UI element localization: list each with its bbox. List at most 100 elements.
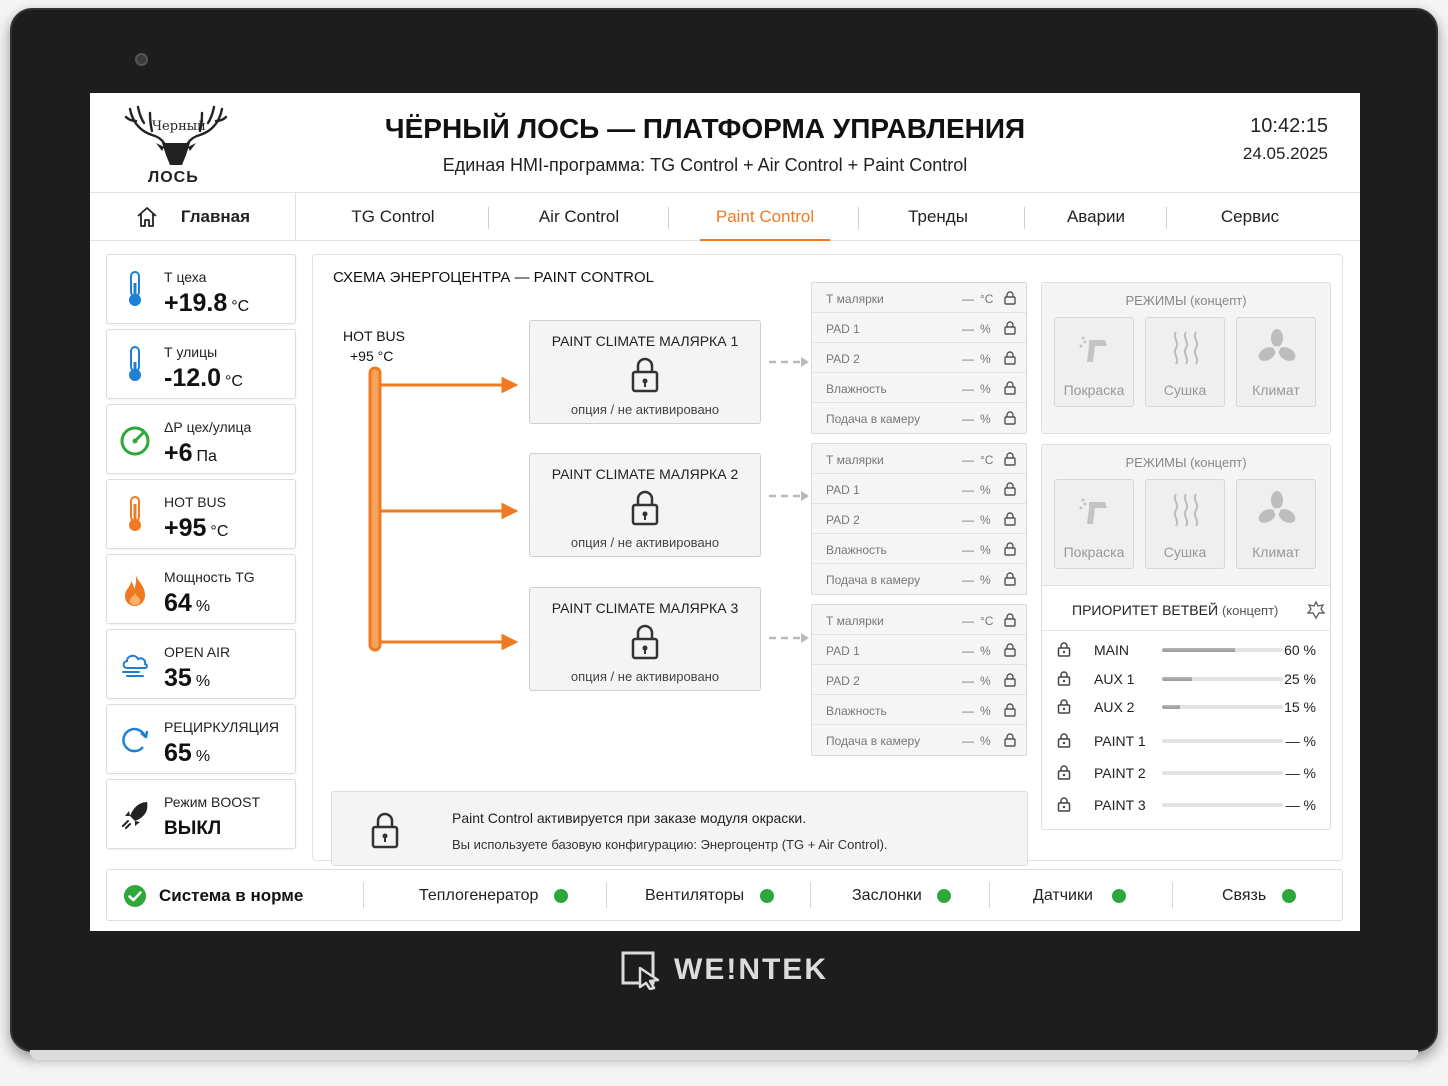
paint-params-2: Т малярки — °C PAD 1—% PAD 2—% Влажность —%…	[811, 443, 1027, 595]
spray-gun-icon	[1079, 498, 1107, 524]
tab-paint-control[interactable]: Paint Control	[700, 193, 830, 241]
priority-bar	[1162, 705, 1283, 709]
heat-waves-icon	[1173, 331, 1199, 365]
param-row: PAD 2—%	[812, 343, 1026, 373]
status-divider	[989, 882, 990, 908]
priority-bar	[1162, 739, 1283, 743]
mode-dry-button[interactable]: Сушка	[1145, 479, 1225, 569]
note-line-1: Paint Control активируется при заказе мо…	[452, 810, 807, 826]
param-row: PAD 1—%	[812, 635, 1026, 665]
priority-bar-fill	[1162, 648, 1235, 652]
home-icon	[137, 207, 157, 227]
status-bar: Система в норме Теплогенератор Вентилято…	[106, 869, 1343, 921]
main-tabs: Главная TG Control Air Control Paint Con…	[90, 193, 1360, 241]
mode-dry-button[interactable]: Сушка	[1145, 317, 1225, 407]
status-dampers: Заслонки	[852, 887, 922, 904]
paint-climate-box-1: PAINT CLIMATE МАЛЯРКА 1 опция / не актив…	[529, 320, 761, 424]
lock-icon	[1004, 613, 1016, 627]
activation-note: Paint Control активируется при заказе мо…	[331, 791, 1028, 866]
fan-icon	[1258, 329, 1296, 361]
hot-bus-temp: +95 °C	[350, 348, 394, 364]
param-row: PAD 1—%	[812, 474, 1026, 504]
param-row: Влажность —%	[812, 373, 1026, 403]
priority-divider	[1042, 630, 1330, 631]
branch-name: PAINT 2	[1094, 765, 1146, 781]
climate-title: PAINT CLIMATE МАЛЯРКА 3	[551, 600, 739, 616]
mode-climate-button[interactable]: Климат	[1236, 479, 1316, 569]
metric-value: +95 °C	[164, 514, 229, 542]
modes-title: РЕЖИМЫ (концепт)	[1125, 455, 1247, 470]
spray-gun-icon	[1079, 336, 1107, 362]
priority-settings-icon[interactable]	[1306, 600, 1326, 620]
tab-divider	[1024, 207, 1025, 229]
priority-row: PAINT 2 — %	[1042, 761, 1330, 785]
metric-card-pressure: ΔР цех/улица +6 Па	[106, 404, 296, 474]
param-row: PAD 1—%	[812, 313, 1026, 343]
fan-icon	[1258, 491, 1296, 523]
branch-name: MAIN	[1094, 642, 1129, 658]
tab-tg-control[interactable]: TG Control	[320, 193, 466, 241]
branch-value: — %	[1285, 733, 1316, 749]
branch-value: 15 %	[1284, 699, 1316, 715]
branch-value: 60 %	[1284, 642, 1316, 658]
param-row: Т малярки — °C	[812, 444, 1026, 474]
tab-air-control[interactable]: Air Control	[506, 193, 652, 241]
heat-waves-icon	[1173, 493, 1199, 527]
priority-bar	[1162, 677, 1283, 681]
modes-panel-1: РЕЖИМЫ (концепт) Покраска Сушка Климат	[1041, 282, 1331, 434]
branch-value: — %	[1285, 765, 1316, 781]
priority-row: AUX 2 15 %	[1042, 695, 1330, 719]
climate-status: опция / не активировано	[570, 535, 720, 550]
lock-icon	[631, 490, 659, 526]
metric-card-shop-temp: Т цеха +19.8 °C	[106, 254, 296, 324]
tab-home[interactable]: Главная	[90, 193, 296, 241]
metric-card-open-air: OPEN AIR 35%	[106, 629, 296, 699]
branch-priority-panel: ПРИОРИТЕТ ВЕТВЕЙ (концепт) MAIN 60 % AUX 1…	[1041, 585, 1331, 830]
priority-bar	[1162, 648, 1283, 652]
mode-paint-button[interactable]: Покраска	[1054, 317, 1134, 407]
lock-icon	[1004, 321, 1016, 335]
mode-label: Сушка	[1163, 382, 1207, 398]
metric-value: +6 Па	[164, 439, 217, 467]
metric-label: Т цеха	[164, 269, 207, 285]
metric-label: Т улицы	[164, 344, 218, 360]
lock-icon	[1057, 797, 1071, 812]
metric-label: HOT BUS	[164, 494, 226, 510]
priority-bar-fill	[1162, 677, 1193, 681]
lock-icon	[1057, 733, 1071, 748]
branch-name: AUX 1	[1094, 671, 1135, 687]
lock-icon	[1004, 482, 1016, 496]
param-row: PAD 2—%	[812, 504, 1026, 534]
lock-icon	[1004, 572, 1016, 586]
lock-icon	[1004, 703, 1016, 717]
brand-name: WE!NTEK	[674, 953, 828, 986]
lock-icon	[1057, 765, 1071, 780]
metric-label: ΔР цех/улица	[164, 419, 252, 435]
param-row: Т малярки — °C	[812, 605, 1026, 635]
mode-climate-button[interactable]: Климат	[1236, 317, 1316, 407]
lock-icon	[1004, 643, 1016, 657]
tab-trends[interactable]: Тренды	[876, 193, 1000, 241]
tab-service[interactable]: Сервис	[1188, 193, 1312, 241]
rocket-icon	[122, 802, 148, 829]
lock-icon	[631, 357, 659, 393]
status-dot-fans	[760, 889, 774, 903]
lock-icon	[1057, 671, 1071, 686]
status-link: Связь	[1222, 887, 1267, 904]
mode-label: Покраска	[1063, 382, 1125, 398]
lock-icon	[1004, 411, 1016, 425]
param-row: Подача в камеру —%	[812, 564, 1026, 594]
clock-time: 10:42:15	[1250, 115, 1328, 137]
status-dot-sensors	[1112, 889, 1126, 903]
metric-card-boost[interactable]: Режим BOOST ВЫКЛ	[106, 779, 296, 849]
gauge-icon	[120, 426, 150, 456]
weintek-logo-icon	[621, 951, 660, 990]
page-subtitle: Единая HMI-программа: TG Control + Air C…	[442, 155, 968, 175]
branch-name: PAINT 3	[1094, 797, 1146, 813]
mode-paint-button[interactable]: Покраска	[1054, 479, 1134, 569]
lock-icon	[1004, 291, 1016, 305]
tab-alarms[interactable]: Аварии	[1034, 193, 1158, 241]
header: Черный ЛОСЬ ЧЁРНЫЙ ЛОСЬ — ПЛАТФОРМА УПРА…	[90, 93, 1360, 193]
tab-home-label: Главная	[180, 207, 251, 226]
metric-value: 35%	[164, 664, 211, 692]
